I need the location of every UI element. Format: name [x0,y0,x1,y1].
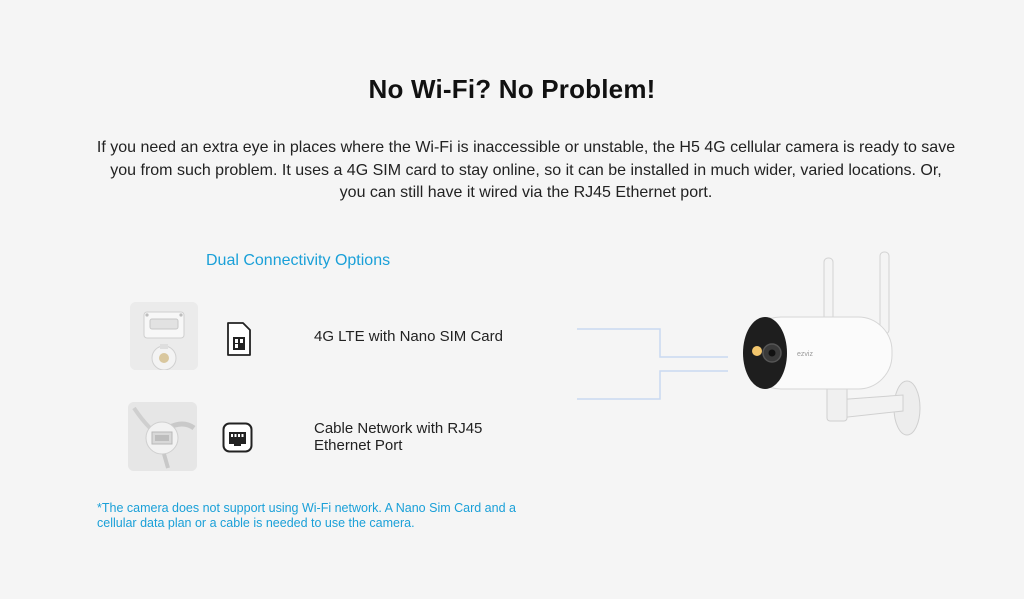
ethernet-cable-photo [128,402,197,471]
footnote: *The camera does not support using Wi-Fi… [97,501,516,530]
ethernet-port-icon [222,422,253,453]
camera-illustration: ezviz [735,245,935,445]
connectivity-heading: Dual Connectivity Options [206,252,391,269]
page-title: No Wi-Fi? No Problem! [368,74,656,104]
camera-brand-mark: ezviz [797,351,813,358]
option-label-rj45: Cable Network with RJ45 Ethernet Port [314,420,483,454]
sim-card-icon [226,321,252,357]
sim-slot-photo [130,302,198,370]
connector-lines [575,325,735,405]
option-label-sim: 4G LTE with Nano SIM Card [314,328,503,345]
intro-paragraph: If you need an extra eye in places where… [96,139,956,201]
